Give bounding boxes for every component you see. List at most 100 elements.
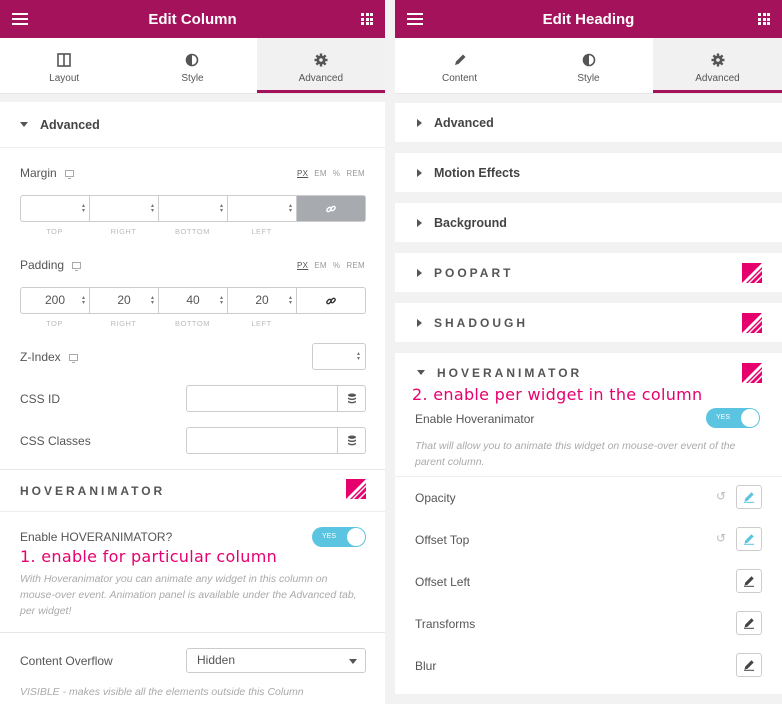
edit-transforms-button[interactable] (736, 611, 762, 635)
tab-label: Content (441, 73, 478, 84)
section-shadough[interactable]: SHADOUGH (395, 303, 782, 342)
desktop-icon[interactable] (72, 262, 82, 272)
section-label: SHADOUGH (434, 315, 529, 330)
edit-opacity-button[interactable] (736, 485, 762, 509)
unit-px[interactable]: PX (297, 261, 308, 270)
side-label: LEFT (251, 319, 272, 328)
control-label: Offset Left (415, 575, 471, 589)
hoveranimator-description: That will allow you to animate this widg… (415, 440, 736, 468)
caret-right-icon (417, 218, 422, 227)
unit-em[interactable]: EM (314, 169, 327, 178)
enable-hoveranimator-label: Enable HOVERANIMATOR? (20, 530, 173, 544)
tab-layout[interactable]: Layout (0, 38, 128, 93)
caret-down-icon (417, 370, 425, 375)
padding-top-input[interactable]: 200 ▴ ▾ (21, 288, 90, 313)
content-overflow-label: Content Overflow (20, 654, 113, 668)
enable-hoveranimator-toggle[interactable]: YES (312, 527, 366, 547)
database-icon[interactable] (337, 428, 365, 453)
edit-offset-top-button[interactable] (736, 527, 762, 551)
padding-bottom-input[interactable]: 40 ▴ ▾ (159, 288, 228, 313)
chevron-down-icon (349, 659, 357, 664)
section-poopart[interactable]: POOPART (395, 253, 782, 292)
content-overflow-select[interactable]: Hidden (186, 648, 366, 673)
zindex-label-text: Z-Index (20, 350, 61, 364)
side-label: RIGHT (110, 227, 137, 236)
link-values-button[interactable] (297, 196, 365, 221)
desktop-icon[interactable] (64, 170, 74, 180)
caret-right-icon (417, 168, 422, 177)
padding-left-input[interactable]: 20 ▴ ▾ (228, 288, 297, 313)
edit-blur-button[interactable] (736, 653, 762, 677)
section-motion-effects[interactable]: Motion Effects (395, 153, 782, 192)
hoveranimator-description: With Hoveranimator you can animate any w… (20, 573, 357, 617)
link-values-button[interactable] (297, 288, 365, 313)
section-advanced[interactable]: Advanced (395, 103, 782, 142)
database-icon[interactable] (337, 386, 365, 411)
panel-tabs: Content Style Advanced (395, 38, 782, 94)
poopart-logo-icon (742, 263, 762, 283)
widgets-grid-icon[interactable] (758, 13, 770, 25)
section-background[interactable]: Background (395, 203, 782, 242)
tab-advanced[interactable]: Advanced (653, 38, 782, 93)
panel-title: Edit Column (148, 11, 237, 28)
margin-right-input[interactable]: ▴ ▾ (90, 196, 159, 221)
tab-label: Style (181, 73, 204, 84)
margin-label-text: Margin (20, 166, 57, 180)
control-offset-left: Offset Left (415, 575, 762, 589)
zindex-label: Z-Index (20, 350, 78, 364)
desktop-icon[interactable] (68, 354, 78, 364)
hoveranimator-section-title[interactable]: HOVERANIMATOR (20, 484, 165, 498)
unit-rem[interactable]: REM (346, 169, 365, 178)
padding-right-input[interactable]: 20 ▴ ▾ (90, 288, 159, 313)
tab-style[interactable]: Style (524, 38, 653, 93)
toggle-knob (347, 528, 365, 546)
hoveranimator-logo-icon (742, 363, 762, 383)
hoveranimator-section (395, 353, 782, 704)
panel-tabs: Layout Style Advanced (0, 38, 385, 94)
section-label: HOVERANIMATOR (437, 365, 583, 380)
unit-em[interactable]: EM (314, 261, 327, 270)
control-blur: Blur (415, 659, 762, 673)
control-opacity: Opacity (415, 491, 762, 505)
pencil-icon (744, 534, 754, 545)
caret-right-icon (417, 268, 422, 277)
css-id-label: CSS ID (20, 392, 61, 406)
padding-inputs: 200 ▴ ▾ 20 ▴ ▾ 40 ▴ ▾ 20 ▴ ▾ (20, 287, 366, 314)
caret-right-icon (417, 118, 422, 127)
unit-px[interactable]: PX (297, 169, 308, 178)
control-label: Blur (415, 659, 437, 673)
widgets-grid-icon[interactable] (361, 13, 373, 25)
pencil-icon (744, 660, 754, 671)
zindex-input[interactable]: ▴ ▾ (312, 343, 366, 370)
enable-hoveranimator-label: Enable Hoveranimator (415, 412, 535, 426)
section-label: POOPART (434, 265, 514, 280)
section-title: Advanced (40, 117, 100, 132)
section-label: Background (434, 215, 507, 230)
gear-icon (257, 52, 385, 68)
unit-percent[interactable]: % (333, 169, 340, 178)
layout-icon (0, 52, 128, 68)
padding-units: PX EM% REM (291, 261, 365, 270)
unit-rem[interactable]: REM (346, 261, 365, 270)
css-classes-input[interactable] (186, 427, 366, 454)
reset-icon[interactable]: ↺ (716, 489, 726, 503)
css-id-input[interactable] (186, 385, 366, 412)
toggle-knob (741, 409, 759, 427)
margin-label: Margin (20, 166, 74, 180)
pencil-icon (744, 492, 754, 503)
tab-content[interactable]: Content (395, 38, 524, 93)
reset-icon[interactable]: ↺ (716, 531, 726, 545)
side-label: TOP (46, 319, 63, 328)
side-label: LEFT (251, 227, 272, 236)
unit-percent[interactable]: % (333, 261, 340, 270)
tab-label: Advanced (695, 73, 740, 84)
section-advanced-header[interactable]: Advanced (0, 102, 385, 148)
enable-hoveranimator-toggle[interactable]: YES (706, 408, 760, 428)
tab-style[interactable]: Style (128, 38, 256, 93)
margin-left-input[interactable]: ▴ ▾ (228, 196, 297, 221)
tab-advanced[interactable]: Advanced (256, 38, 385, 93)
edit-offset-left-button[interactable] (736, 569, 762, 593)
margin-top-input[interactable]: ▴ ▾ (21, 196, 90, 221)
margin-bottom-input[interactable]: ▴ ▾ (159, 196, 228, 221)
half-circle-icon (128, 52, 256, 68)
